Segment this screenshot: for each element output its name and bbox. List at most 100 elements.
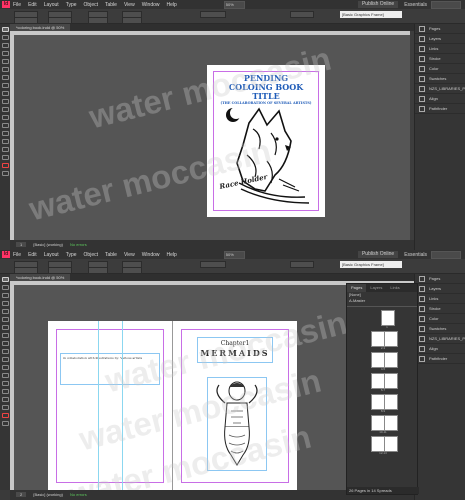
search-input[interactable] — [431, 0, 461, 9]
workspace-switcher[interactable]: Essentials — [404, 252, 427, 258]
y-position-field[interactable] — [14, 17, 38, 24]
opacity-field[interactable] — [290, 261, 314, 268]
free-transform-tool-icon[interactable] — [2, 365, 9, 370]
fill-stroke-icon[interactable] — [2, 413, 9, 418]
stroke-weight-field[interactable] — [200, 261, 226, 268]
scale-y-field[interactable] — [88, 267, 108, 274]
page-thumb-12[interactable] — [371, 436, 385, 452]
gap-tool-icon[interactable] — [2, 301, 9, 306]
eyedropper-tool-icon[interactable] — [2, 139, 9, 144]
panel-pages[interactable]: Pages — [415, 24, 465, 34]
gradient-tool-icon[interactable] — [2, 373, 9, 378]
selection-tool-icon[interactable] — [2, 27, 9, 32]
eyedropper-tool-icon[interactable] — [2, 389, 9, 394]
line-tool-icon[interactable] — [2, 67, 9, 72]
cover-page[interactable]: PENDING COLOING BOOK TITLE (THE COLLABOR… — [207, 65, 325, 217]
credits-text-frame[interactable]: in collaboration with illustrations by: … — [60, 353, 160, 385]
screen-mode-icon[interactable] — [2, 171, 9, 176]
a-master-row[interactable]: A-Master — [347, 298, 417, 304]
tab-layers[interactable]: Layers — [366, 284, 386, 292]
object-style-dropdown[interactable]: [Basic Graphics Frame] — [340, 11, 402, 18]
panel-library[interactable]: NZS_LIBRARIES_PA... — [415, 334, 465, 344]
type-tool-icon[interactable] — [2, 309, 9, 314]
menu-object[interactable]: Object — [84, 252, 98, 258]
menu-view[interactable]: View — [124, 2, 135, 8]
page-thumb-10[interactable] — [371, 415, 385, 431]
page-thumb-7[interactable] — [384, 373, 398, 389]
direct-selection-tool-icon[interactable] — [2, 285, 9, 290]
screen-mode-icon[interactable] — [2, 421, 9, 426]
page-thumb-13[interactable] — [384, 436, 398, 452]
document-canvas[interactable]: PENDING COLOING BOOK TITLE (THE COLLABOR… — [10, 31, 415, 240]
page-thumb-4[interactable] — [371, 352, 385, 368]
panel-align[interactable]: Align — [415, 94, 465, 104]
panel-layers[interactable]: Layers — [415, 284, 465, 294]
page-tool-icon[interactable] — [2, 293, 9, 298]
rectangle-tool-icon[interactable] — [2, 99, 9, 104]
pencil-tool-icon[interactable] — [2, 83, 9, 88]
page-tool-icon[interactable] — [2, 43, 9, 48]
y-position-field[interactable] — [14, 267, 38, 274]
hand-tool-icon[interactable] — [2, 147, 9, 152]
menu-help[interactable]: Help — [167, 252, 177, 258]
stroke-weight-field[interactable] — [200, 11, 226, 18]
panel-links[interactable]: Links — [415, 294, 465, 304]
panel-stroke[interactable]: Stroke — [415, 304, 465, 314]
zoom-field[interactable]: 50% — [223, 250, 245, 259]
menu-view[interactable]: View — [124, 252, 135, 258]
note-tool-icon[interactable] — [2, 381, 9, 386]
publish-online-button[interactable]: Publish Online — [357, 251, 399, 258]
pencil-tool-icon[interactable] — [2, 333, 9, 338]
preflight-status[interactable]: No errors — [70, 492, 87, 497]
panel-pathfinder[interactable]: Pathfinder — [415, 354, 465, 364]
document-tab[interactable]: *coloring book.indd @ 50% — [10, 24, 71, 31]
page-thumb-6[interactable] — [371, 373, 385, 389]
publish-online-button[interactable]: Publish Online — [357, 1, 399, 8]
scale-y-field[interactable] — [88, 17, 108, 24]
menu-edit[interactable]: Edit — [28, 2, 37, 8]
height-field[interactable] — [48, 17, 72, 24]
opacity-field[interactable] — [290, 11, 314, 18]
page-number-field[interactable]: 2 — [16, 492, 27, 497]
note-tool-icon[interactable] — [2, 131, 9, 136]
panel-library[interactable]: NZS_LIBRARIES_PA... — [415, 84, 465, 94]
fill-stroke-icon[interactable] — [2, 163, 9, 168]
menu-window[interactable]: Window — [142, 252, 160, 258]
gradient-tool-icon[interactable] — [2, 123, 9, 128]
workspace-switcher[interactable]: Essentials — [404, 2, 427, 8]
menu-window[interactable]: Window — [142, 2, 160, 8]
page-thumb-2[interactable] — [371, 331, 385, 347]
panel-align[interactable]: Align — [415, 344, 465, 354]
menu-table[interactable]: Table — [105, 252, 117, 258]
zoom-tool-icon[interactable] — [2, 155, 9, 160]
preflight-status[interactable]: No errors — [70, 242, 87, 247]
pen-tool-icon[interactable] — [2, 325, 9, 330]
tab-links[interactable]: Links — [386, 284, 403, 292]
page-thumb-5[interactable] — [384, 352, 398, 368]
shear-field[interactable] — [122, 267, 142, 274]
menu-layout[interactable]: Layout — [44, 252, 59, 258]
page-thumb-3[interactable] — [384, 331, 398, 347]
menu-layout[interactable]: Layout — [44, 2, 59, 8]
rectangle-tool-icon[interactable] — [2, 349, 9, 354]
panel-pages[interactable]: Pages — [415, 274, 465, 284]
panel-color[interactable]: Color — [415, 64, 465, 74]
panel-swatches[interactable]: Swatches — [415, 74, 465, 84]
menu-edit[interactable]: Edit — [28, 252, 37, 258]
page-thumb-8[interactable] — [371, 394, 385, 410]
search-input[interactable] — [431, 250, 461, 259]
tab-pages[interactable]: Pages — [347, 284, 367, 292]
direct-selection-tool-icon[interactable] — [2, 35, 9, 40]
type-tool-icon[interactable] — [2, 59, 9, 64]
zoom-tool-icon[interactable] — [2, 405, 9, 410]
line-tool-icon[interactable] — [2, 317, 9, 322]
rectangle-frame-tool-icon[interactable] — [2, 341, 9, 346]
scissors-tool-icon[interactable] — [2, 107, 9, 112]
menu-help[interactable]: Help — [167, 2, 177, 8]
pen-tool-icon[interactable] — [2, 75, 9, 80]
page-thumb-9[interactable] — [384, 394, 398, 410]
panel-color[interactable]: Color — [415, 314, 465, 324]
right-page[interactable]: Chapter1 MERMAIDS — [172, 321, 297, 490]
menu-object[interactable]: Object — [84, 2, 98, 8]
page-thumb-1[interactable] — [381, 310, 395, 326]
